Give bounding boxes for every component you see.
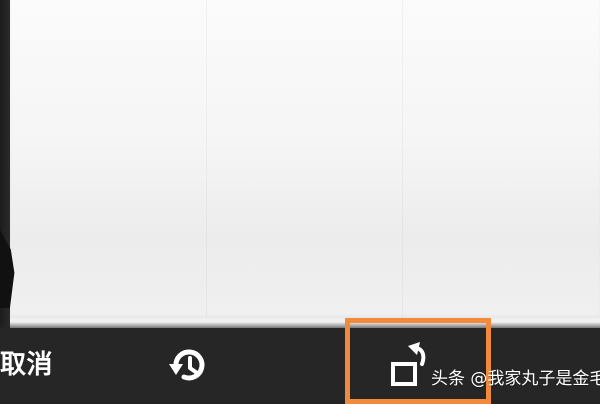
- crop-grid-line: [402, 0, 403, 318]
- history-button[interactable]: [166, 346, 210, 388]
- crop-canvas[interactable]: [10, 0, 600, 318]
- history-icon: [166, 346, 210, 388]
- crop-grid-line: [206, 0, 207, 318]
- cancel-button[interactable]: 取消: [0, 346, 68, 384]
- left-edge-handle[interactable]: [0, 0, 10, 328]
- watermark-text: 头条 @我家丸子是金毛: [431, 369, 600, 389]
- rotate-highlight-box: [345, 318, 491, 404]
